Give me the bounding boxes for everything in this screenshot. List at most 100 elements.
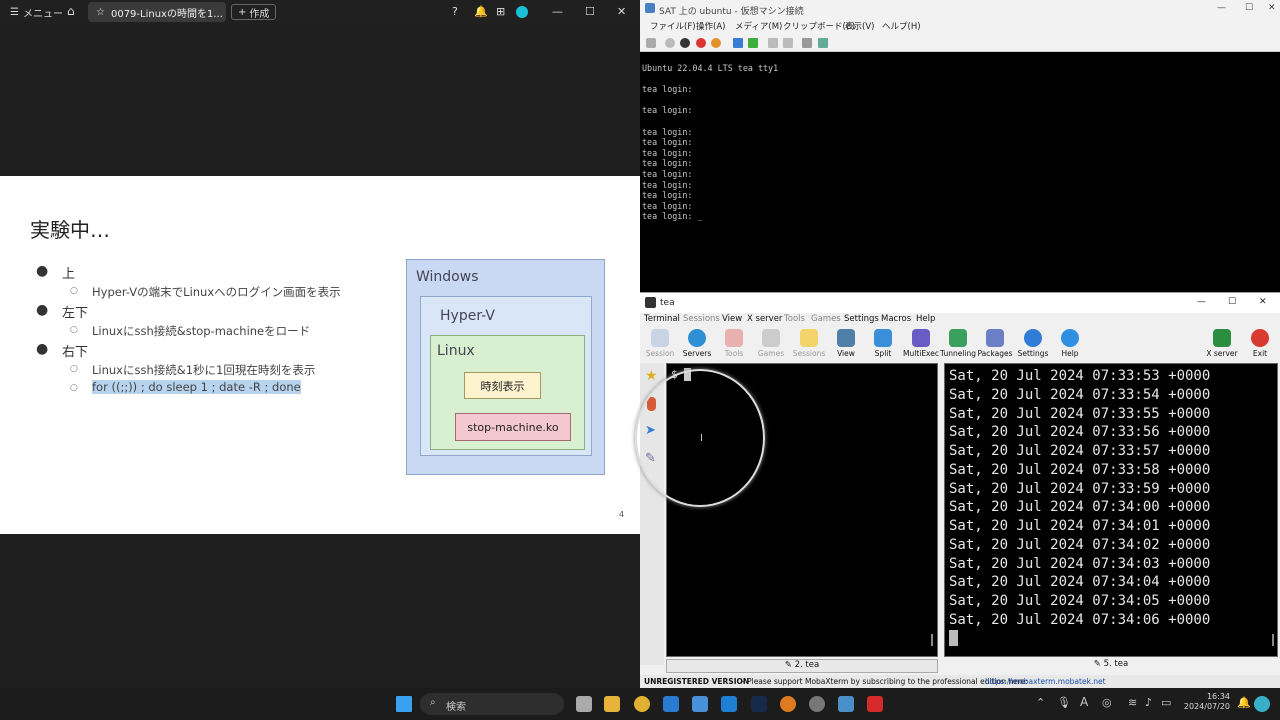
maximize-icon[interactable]: ☐ xyxy=(1245,3,1253,13)
notification-bell-icon[interactable]: 🔔 xyxy=(1237,696,1251,709)
apps-grid-icon[interactable]: ⊞ xyxy=(496,5,505,18)
turn-off-icon[interactable] xyxy=(680,38,690,48)
browser-tab[interactable]: ☆ 0079-Linuxの時間を1... ✕ xyxy=(88,2,226,22)
gear-icon xyxy=(1024,329,1042,347)
minimize-icon[interactable]: — xyxy=(1217,3,1226,13)
bell-icon[interactable]: 🔔 xyxy=(474,5,488,18)
ime-indicator[interactable]: A xyxy=(1080,695,1088,709)
highlighted-command[interactable]: for ((;;)) ; do sleep 1 ; date -R ; done xyxy=(92,380,301,394)
hamburger-icon: ☰ xyxy=(10,7,19,18)
mobaxterm-menu-bar: Terminal Sessions View X server Tools Ga… xyxy=(640,313,1280,327)
clock[interactable]: 16:34 2024/07/20 xyxy=(1180,692,1230,712)
clock-time: 16:34 xyxy=(1206,692,1230,701)
mobaxterm-title-bar: tea — ☐ ✕ xyxy=(640,293,1280,313)
status-bar: UNREGISTERED VERSION - Please support Mo… xyxy=(640,675,1280,689)
star-icon[interactable]: ★ xyxy=(645,368,658,384)
shutdown-icon[interactable] xyxy=(696,38,706,48)
menu-tools[interactable]: Tools xyxy=(784,314,805,324)
minimize-icon[interactable]: — xyxy=(1197,297,1206,307)
sub-bullet-ring: ○ xyxy=(70,286,78,296)
split-icon xyxy=(874,329,892,347)
copilot-app-icon[interactable] xyxy=(1254,696,1270,712)
menu-help[interactable]: Help xyxy=(916,314,935,324)
help-icon[interactable]: ? xyxy=(452,5,458,18)
revert-icon[interactable] xyxy=(783,38,793,48)
scrollbar[interactable] xyxy=(931,634,933,646)
vm-toolbar xyxy=(640,34,1280,52)
console-line: tea login: xyxy=(642,190,693,201)
sub-bullet-ring: ○ xyxy=(70,364,78,374)
store-icon[interactable] xyxy=(663,696,679,712)
console-line: tea login: xyxy=(642,84,693,95)
mobaxterm-title: tea xyxy=(660,298,675,308)
menu-macros[interactable]: Macros xyxy=(881,314,911,324)
maximize-icon[interactable]: ☐ xyxy=(1228,297,1236,307)
tools-icon xyxy=(725,329,743,347)
start-icon[interactable] xyxy=(665,38,675,48)
close-icon[interactable]: ✕ xyxy=(1268,3,1276,13)
search-box[interactable]: ⌕ 検索 xyxy=(420,693,564,715)
copilot-icon[interactable]: ◎ xyxy=(1102,696,1112,709)
share-icon[interactable] xyxy=(818,38,828,48)
toolbar-help[interactable]: Help xyxy=(1048,329,1092,358)
checkpoint-icon[interactable] xyxy=(768,38,778,48)
terminal-tab-right[interactable]: ✎ 5. tea xyxy=(944,659,1278,673)
menu-games[interactable]: Games xyxy=(811,314,841,324)
terminal-pane-right[interactable]: Sat, 20 Jul 2024 07:33:53 +0000 Sat, 20 J… xyxy=(944,363,1278,657)
bullet-top: 上 xyxy=(62,267,76,282)
task-view-icon[interactable] xyxy=(576,696,592,712)
avatar[interactable] xyxy=(516,6,528,18)
vm-menu-view[interactable]: 表示(V) xyxy=(845,20,874,32)
vm-menu-media[interactable]: メディア(M) xyxy=(735,20,782,32)
menu-xserver[interactable]: X server xyxy=(747,314,782,324)
home-icon[interactable]: ⌂ xyxy=(67,4,75,18)
chrome-icon[interactable] xyxy=(634,696,650,712)
acrobat-icon[interactable] xyxy=(867,696,883,712)
hyperv-manager-icon[interactable] xyxy=(692,696,708,712)
vm-menu-file[interactable]: ファイル(F) xyxy=(650,20,696,32)
toolbar-exit[interactable]: Exit xyxy=(1238,329,1280,358)
wifi-icon[interactable]: ≋ xyxy=(1128,696,1137,709)
save-icon[interactable] xyxy=(711,38,721,48)
microphone-icon[interactable]: 🎙 xyxy=(1057,696,1071,709)
sub-bullet-ring: ○ xyxy=(70,383,78,393)
obs-icon[interactable] xyxy=(809,696,825,712)
close-icon[interactable]: ✕ xyxy=(1259,297,1267,307)
file-explorer-icon[interactable] xyxy=(604,696,620,712)
enhanced-session-icon[interactable] xyxy=(802,38,812,48)
menu-settings[interactable]: Settings xyxy=(844,314,879,324)
maximize-icon[interactable]: ☐ xyxy=(585,5,595,18)
vm-menu-action[interactable]: 操作(A) xyxy=(696,20,725,32)
vscode-icon[interactable] xyxy=(721,696,737,712)
windows-start-icon[interactable] xyxy=(396,696,412,712)
console-line: tea login: xyxy=(642,126,693,137)
terminal-tab-left[interactable]: ✎ 2. tea xyxy=(666,659,938,673)
close-icon[interactable]: ✕ xyxy=(617,5,626,18)
date-line: Sat, 20 Jul 2024 07:34:04 +0000 xyxy=(949,574,1211,591)
date-line: Sat, 20 Jul 2024 07:34:01 +0000 xyxy=(949,518,1211,534)
pause-icon[interactable] xyxy=(733,38,743,48)
blender-icon[interactable] xyxy=(780,696,796,712)
vm-menu-help[interactable]: ヘルプ(H) xyxy=(882,20,921,32)
battery-icon[interactable]: ▭ xyxy=(1161,696,1171,709)
ctrl-alt-del-icon[interactable] xyxy=(646,38,656,48)
minimize-icon[interactable]: — xyxy=(552,5,563,18)
vm-console[interactable]: Ubuntu 22.04.4 LTS tea tty1 tea login: t… xyxy=(642,63,778,222)
lightroom-icon[interactable] xyxy=(751,696,767,712)
remote-desktop-icon[interactable] xyxy=(838,696,854,712)
chevron-up-icon[interactable]: ⌃ xyxy=(1036,696,1045,709)
menu-view[interactable]: View xyxy=(722,314,742,324)
new-button[interactable]: + 作成 xyxy=(231,4,277,20)
scrollbar[interactable] xyxy=(1272,634,1274,646)
help-icon xyxy=(1061,329,1079,347)
date-line: Sat, 20 Jul 2024 07:34:03 +0000 xyxy=(949,555,1211,572)
status-link[interactable]: https://mobaxterm.mobatek.net xyxy=(985,677,1106,686)
menu-button[interactable]: ☰ メニュー xyxy=(10,5,63,20)
resume-icon[interactable] xyxy=(748,38,758,48)
volume-icon[interactable]: ♪ xyxy=(1145,696,1152,709)
menu-sessions[interactable]: Sessions xyxy=(683,314,720,324)
console-line: tea login: xyxy=(642,179,693,190)
packages-icon xyxy=(986,329,1004,347)
menu-terminal[interactable]: Terminal xyxy=(644,314,680,324)
